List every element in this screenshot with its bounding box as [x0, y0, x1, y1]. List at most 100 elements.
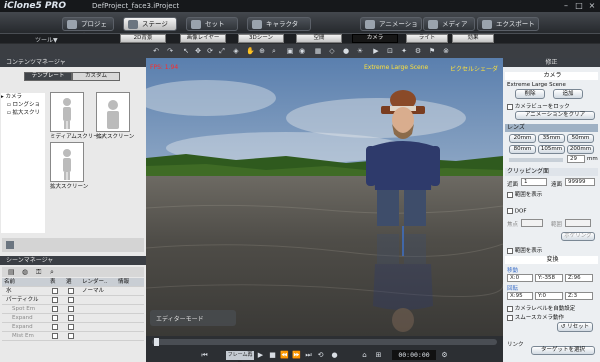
tab-project[interactable]: プロジェクト [62, 17, 114, 40]
rewind-icon[interactable]: ⏪ [280, 351, 289, 360]
loop-icon[interactable]: ⟲ [316, 351, 325, 360]
frame-mode-button[interactable]: フレーム再生 [226, 351, 254, 362]
show-dof-range-option[interactable]: 範囲を表示 [507, 246, 542, 254]
tools-menu[interactable]: ツール▼ [35, 35, 58, 44]
stop-icon[interactable]: ■ [268, 351, 277, 360]
tree-item-closeup[interactable]: ▫ 拡大スクリ [1, 109, 45, 117]
rot-x-input[interactable]: X:95 [507, 292, 533, 300]
select-checkbox[interactable] [68, 333, 74, 339]
play-icon[interactable]: ▶ [256, 351, 265, 360]
lens-200mm-button[interactable]: 200mm [567, 145, 594, 154]
screenshot-icon[interactable]: ⊡ [386, 47, 394, 55]
add-camera-button[interactable]: 追加 [553, 89, 583, 99]
move-icon[interactable]: ✥ [194, 47, 202, 55]
thumb-closeup-1[interactable]: 拡大スクリーン [96, 92, 134, 140]
show-checkbox[interactable] [52, 315, 58, 321]
subtab-space[interactable]: 空間 [296, 34, 342, 43]
subtab-image-layer[interactable]: 画像レイヤー [180, 34, 226, 43]
show-checkbox[interactable] [52, 306, 58, 312]
thumb-closeup-2[interactable]: 拡大スクリーン [50, 142, 88, 190]
rot-z-input[interactable]: Z:3 [565, 292, 593, 300]
smooth-checkbox[interactable] [507, 314, 513, 321]
lens-value-input[interactable]: 29 [567, 155, 585, 163]
render-video-icon[interactable]: ⊞ [374, 351, 383, 360]
lock-icon[interactable]: ⊗ [442, 47, 450, 55]
show-range-checkbox[interactable] [507, 191, 513, 198]
show-range2-checkbox[interactable] [507, 247, 513, 254]
subtab-effects[interactable]: 効果 [452, 34, 494, 43]
auto-level-option[interactable]: カメラレベルを自動設定 [507, 304, 575, 312]
grid-icon[interactable]: ▦ [314, 47, 322, 55]
zoom-icon[interactable]: ⌕ [270, 47, 278, 55]
blur-button[interactable]: ボケリング [561, 232, 595, 241]
orbit-icon[interactable]: ⊕ [258, 47, 266, 55]
scene-row[interactable]: Spot Em [2, 305, 144, 314]
camera-switch-icon[interactable]: ⌂ [360, 351, 369, 360]
pan-icon[interactable]: ✋ [246, 47, 255, 55]
show-checkbox[interactable] [52, 333, 58, 339]
tab-stage[interactable]: ステージ [123, 17, 177, 31]
select-checkbox[interactable] [68, 324, 74, 330]
lens-105mm-button[interactable]: 105mm [538, 145, 565, 154]
content-tab-custom[interactable]: カスタム [72, 72, 120, 81]
redo-icon[interactable]: ↷ [166, 47, 174, 55]
clip-near-input[interactable]: 1 [521, 178, 547, 186]
record-key-icon[interactable]: ● [330, 351, 339, 360]
maximize-icon[interactable]: □ [573, 1, 585, 11]
wireframe-icon[interactable]: ◇ [328, 47, 336, 55]
lens-80mm-button[interactable]: 80mm [509, 145, 536, 154]
select-checkbox[interactable] [68, 306, 74, 312]
subtab-light[interactable]: ライト [406, 34, 448, 43]
lock-camera-option[interactable]: カメラビューをロック [507, 102, 570, 110]
lens-35mm-button[interactable]: 35mm [538, 134, 565, 143]
scene-row-particle[interactable]: パーティクル [2, 296, 144, 305]
camera-icon[interactable]: ◍ [22, 268, 28, 276]
import-icon[interactable] [6, 241, 14, 249]
smooth-camera-option[interactable]: スムースカメラ動作 [507, 313, 564, 321]
lock-icon[interactable]: ⚿ [36, 268, 41, 277]
tree-item-camera[interactable]: ▸ カメラ [1, 93, 45, 101]
content-tab-template[interactable]: テンプレート [24, 72, 72, 81]
pick-target-button[interactable]: ターゲットを選択 [531, 346, 595, 355]
timeline-track[interactable] [152, 339, 497, 345]
show-checkbox[interactable] [52, 297, 58, 303]
move-x-input[interactable]: X:0 [507, 274, 533, 282]
tree-item-longshot[interactable]: ▫ ロングショ [1, 101, 45, 109]
forward-icon[interactable]: ⏩ [292, 351, 301, 360]
range-input[interactable] [565, 219, 591, 227]
clear-animation-button[interactable]: アニメーションをクリア [515, 111, 595, 120]
render-icon[interactable]: ▶ [372, 47, 380, 55]
settings-icon[interactable]: ⚙ [414, 47, 422, 55]
prev-key-icon[interactable]: ⏮ [200, 351, 209, 360]
scene-row[interactable]: Expand [2, 323, 144, 332]
snap-icon[interactable]: ◈ [232, 47, 240, 55]
scene-row[interactable]: Mist Em [2, 332, 144, 341]
light-icon[interactable]: ☀ [356, 47, 364, 55]
group-icon[interactable]: ▤ [8, 268, 15, 276]
move-z-input[interactable]: Z:96 [565, 274, 593, 282]
search-icon[interactable]: ⌕ [50, 268, 54, 277]
select-checkbox[interactable] [68, 297, 74, 303]
tab-animation[interactable]: アニメーション [360, 17, 422, 40]
fit-view-icon[interactable]: ▣ [286, 47, 294, 55]
tab-character[interactable]: キャラクタ [247, 17, 311, 31]
scale-icon[interactable]: ⤢ [218, 47, 226, 55]
end-icon[interactable]: ⏭ [304, 351, 313, 360]
subtab-camera[interactable]: カメラ [352, 34, 398, 43]
select-checkbox[interactable] [68, 315, 74, 321]
tab-media[interactable]: メディア [423, 17, 475, 31]
focus-input[interactable] [521, 219, 543, 227]
undo-icon[interactable]: ↶ [152, 47, 160, 55]
rotate-icon[interactable]: ⟳ [206, 47, 214, 55]
show-checkbox[interactable] [52, 288, 58, 294]
3d-viewport[interactable]: FPS: 1.94 Extreme Large Scene ビクセルシェーダ エ… [146, 58, 503, 336]
lock-checkbox[interactable] [507, 103, 513, 110]
close-icon[interactable]: × [586, 1, 598, 11]
select-checkbox[interactable] [68, 288, 74, 294]
delete-camera-button[interactable]: 削除 [515, 89, 545, 99]
auto-level-checkbox[interactable] [507, 305, 513, 312]
lens-20mm-button[interactable]: 20mm [509, 134, 536, 143]
clip-far-input[interactable]: 99999 [565, 178, 595, 186]
show-checkbox[interactable] [52, 324, 58, 330]
minimize-icon[interactable]: – [560, 1, 572, 11]
